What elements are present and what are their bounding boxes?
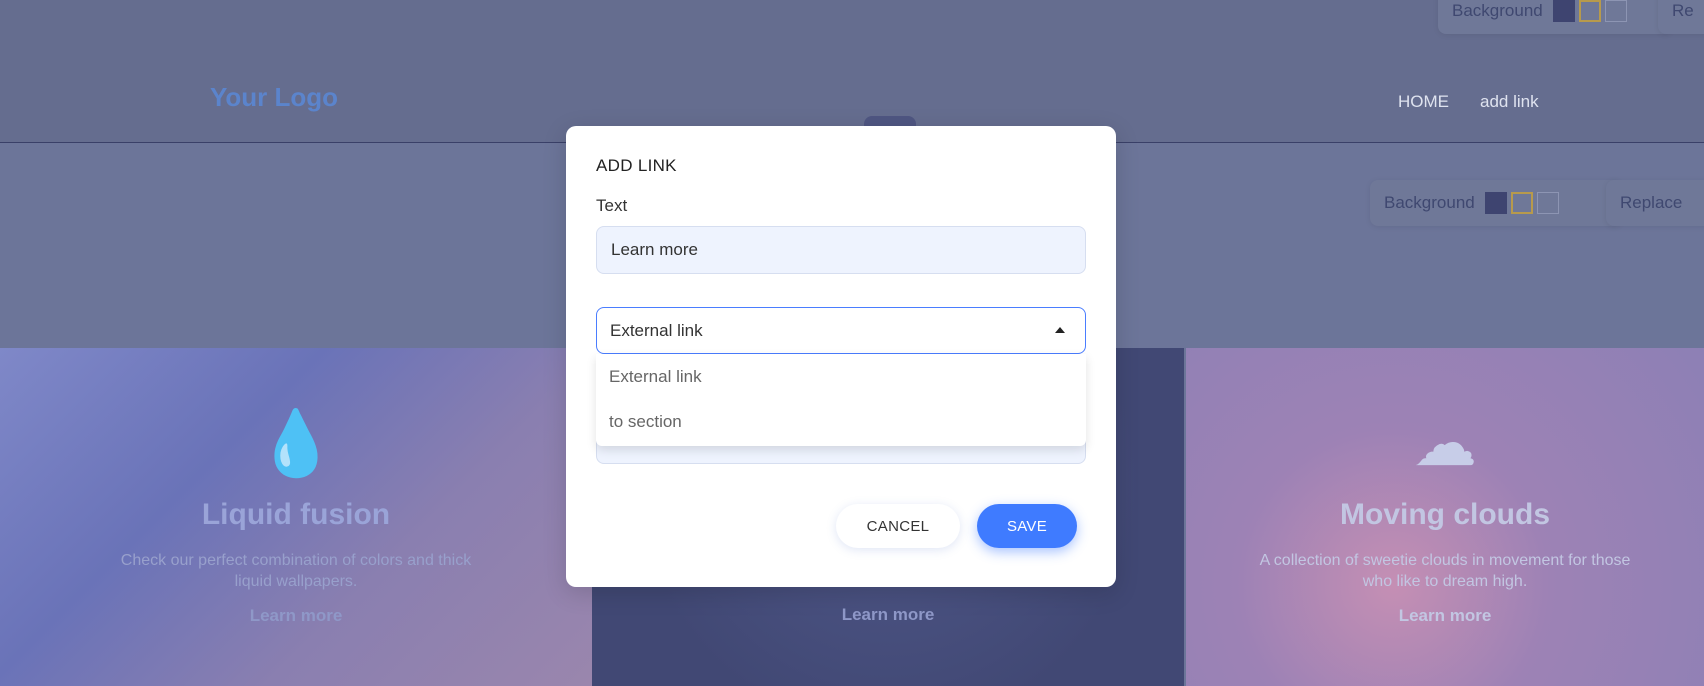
card-description: Check our perfect combination of colors … bbox=[120, 552, 472, 590]
add-link-dialog: ADD LINK Text External link External lin… bbox=[566, 126, 1116, 587]
nav-home-link[interactable]: HOME bbox=[1398, 92, 1449, 112]
cloud-icon: ☁ bbox=[1413, 407, 1477, 479]
gold-swatch[interactable] bbox=[1578, 0, 1601, 22]
droplet-icon: 💧 bbox=[256, 407, 336, 479]
feature-card-liquid-fusion: 💧 Liquid fusion Check our perfect combin… bbox=[0, 348, 592, 686]
background-label: Background bbox=[1452, 1, 1543, 20]
background-label: Background bbox=[1384, 193, 1475, 212]
link-text-input[interactable] bbox=[596, 226, 1086, 274]
cancel-button[interactable]: CANCEL bbox=[836, 504, 960, 548]
replace-label: Replace bbox=[1620, 193, 1683, 212]
light-swatch[interactable] bbox=[1604, 0, 1627, 22]
card-title: Liquid fusion bbox=[201, 498, 391, 531]
section-background-toolbar: Background bbox=[1370, 180, 1622, 226]
text-field-label: Text bbox=[596, 196, 628, 215]
option-external-link[interactable]: External link bbox=[596, 354, 1086, 399]
card-learn-more-link[interactable]: Learn more bbox=[592, 605, 1184, 625]
card-description: A collection of sweetie clouds in moveme… bbox=[1259, 552, 1631, 590]
card-title: Moving clouds bbox=[1340, 498, 1550, 531]
card-learn-more-link[interactable]: Learn more bbox=[1186, 606, 1704, 626]
feature-card-moving-clouds: ☁ Moving clouds A collection of sweetie … bbox=[1186, 348, 1704, 686]
option-to-section[interactable]: to section bbox=[596, 399, 1086, 444]
card-learn-more-link[interactable]: Learn more bbox=[0, 606, 592, 626]
header-replace-button[interactable]: Re bbox=[1658, 0, 1704, 34]
save-button[interactable]: SAVE bbox=[977, 504, 1077, 548]
header-background-toolbar: Background bbox=[1438, 0, 1672, 34]
caret-up-icon bbox=[1055, 327, 1065, 333]
dark-swatch[interactable] bbox=[1484, 192, 1507, 214]
link-type-dropdown-menu: External link to section bbox=[596, 354, 1086, 446]
link-type-select[interactable]: External link bbox=[596, 307, 1086, 354]
link-type-selected-value: External link bbox=[610, 320, 703, 340]
gold-swatch[interactable] bbox=[1510, 192, 1533, 214]
section-replace-button[interactable]: Replace bbox=[1606, 180, 1704, 226]
dialog-title: ADD LINK bbox=[596, 156, 677, 175]
dark-swatch[interactable] bbox=[1552, 0, 1575, 22]
nav-add-link[interactable]: add link bbox=[1480, 92, 1539, 112]
light-swatch[interactable] bbox=[1536, 192, 1559, 214]
site-logo[interactable]: Your Logo bbox=[210, 82, 338, 113]
replace-label: Re bbox=[1672, 1, 1694, 20]
